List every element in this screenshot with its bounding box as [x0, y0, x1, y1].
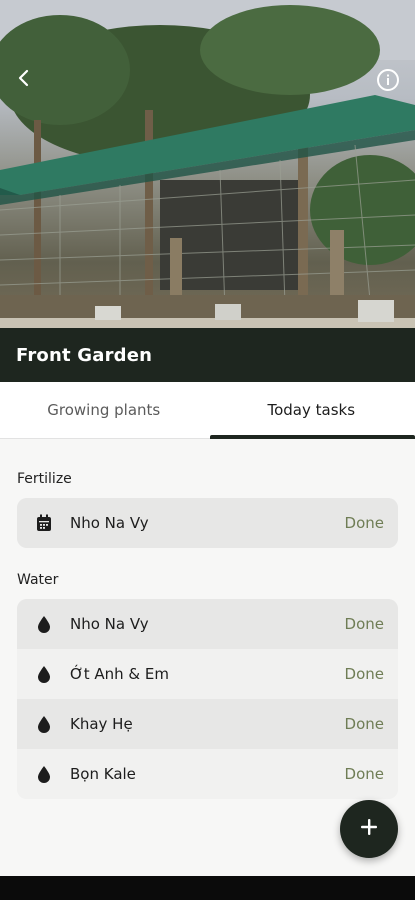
task-row[interactable]: Nho Na Vy Done	[17, 498, 398, 548]
done-button[interactable]: Done	[345, 715, 384, 733]
done-button[interactable]: Done	[345, 665, 384, 683]
system-navigation-bar	[0, 876, 415, 900]
section-title-water: Water	[17, 572, 59, 588]
garden-title: Front Garden	[16, 344, 153, 366]
task-plant-name: Ớt Anh & Em	[70, 665, 169, 683]
tab-label: Growing plants	[47, 401, 161, 419]
garden-title-bar: Front Garden	[0, 328, 415, 382]
tab-growing-plants[interactable]: Growing plants	[0, 382, 208, 438]
info-button[interactable]	[376, 68, 402, 94]
task-plant-name: Nho Na Vy	[70, 615, 149, 633]
task-plant-name: Nho Na Vy	[70, 514, 149, 532]
task-row[interactable]: Ớt Anh & Em Done	[17, 649, 398, 699]
water-drop-icon	[36, 715, 52, 733]
task-list-fertilize: Nho Na Vy Done	[17, 498, 398, 548]
water-drop-icon	[36, 665, 52, 683]
done-button[interactable]: Done	[345, 514, 384, 532]
garden-photo-illustration	[0, 0, 415, 328]
done-button[interactable]: Done	[345, 765, 384, 783]
plus-icon	[360, 818, 378, 840]
tab-label: Today tasks	[267, 401, 356, 419]
tab-bar: Growing plants Today tasks	[0, 382, 415, 439]
section-title-fertilize: Fertilize	[17, 471, 72, 487]
task-list-water: Nho Na Vy Done Ớt Anh & Em Done Khay Hẹ …	[17, 599, 398, 799]
task-row[interactable]: Khay Hẹ Done	[17, 699, 398, 749]
water-drop-icon	[36, 615, 52, 633]
add-task-button[interactable]	[340, 800, 398, 858]
back-button[interactable]	[14, 68, 40, 94]
tab-today-tasks[interactable]: Today tasks	[208, 382, 415, 439]
calendar-icon	[36, 514, 52, 532]
done-button[interactable]: Done	[345, 615, 384, 633]
task-plant-name: Khay Hẹ	[70, 715, 133, 733]
water-drop-icon	[36, 765, 52, 783]
garden-photo	[0, 0, 415, 328]
task-row[interactable]: Bọn Kale Done	[17, 749, 398, 799]
task-plant-name: Bọn Kale	[70, 765, 136, 783]
task-row[interactable]: Nho Na Vy Done	[17, 599, 398, 649]
